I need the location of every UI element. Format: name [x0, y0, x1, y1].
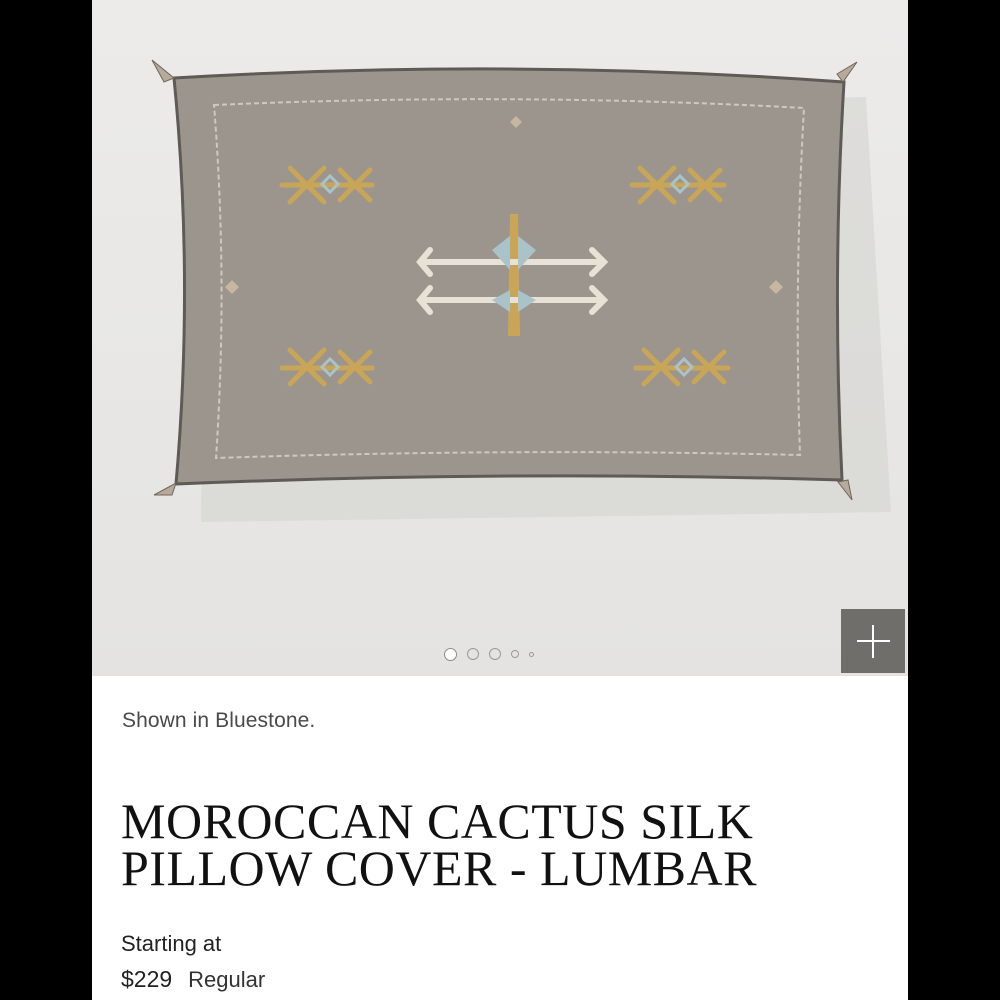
product-image-gallery[interactable] — [92, 0, 908, 676]
zoom-button[interactable] — [841, 609, 905, 673]
price-row: $229 Regular — [121, 966, 265, 993]
price: $229 — [121, 966, 173, 992]
price-prefix: Starting at — [121, 931, 222, 956]
product-page: Shown in Bluestone. MOROCCAN CACTUS SILK… — [92, 0, 908, 1000]
carousel-dot-2[interactable] — [467, 648, 479, 660]
carousel-dots — [444, 647, 534, 661]
product-title: MOROCCAN CACTUS SILK PILLOW COVER - LUMB… — [121, 793, 757, 896]
carousel-dot-1[interactable] — [444, 647, 457, 661]
image-caption: Shown in Bluestone. — [122, 709, 316, 732]
carousel-dot-3[interactable] — [489, 648, 501, 660]
carousel-dot-5[interactable] — [529, 651, 534, 657]
carousel-dot-4[interactable] — [511, 650, 519, 658]
price-type: Regular — [188, 967, 266, 992]
product-image — [151, 59, 891, 522]
